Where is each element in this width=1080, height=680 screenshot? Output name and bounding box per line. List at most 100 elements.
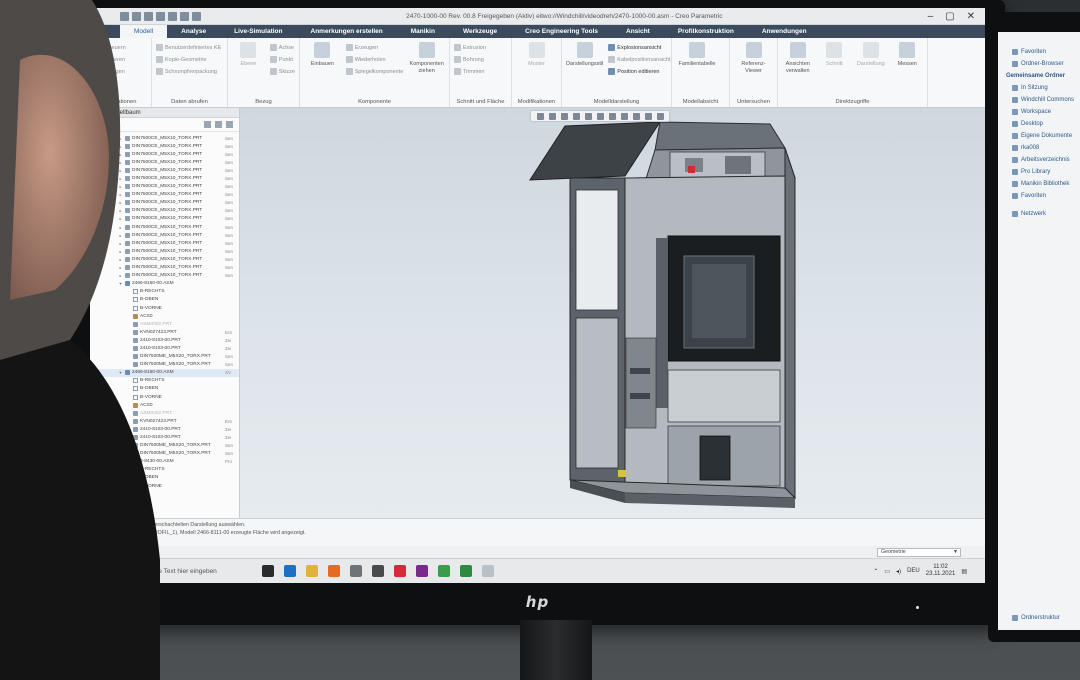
komponenten-ziehen-button[interactable]: Komponenten ziehen (408, 42, 445, 107)
language-indicator[interactable]: DEU (907, 568, 920, 574)
taskbar-creo-1-icon[interactable] (438, 565, 450, 577)
maximize-button[interactable]: ▢ (945, 11, 954, 22)
skizze-button[interactable]: Skizze (269, 68, 295, 75)
spin-center-icon[interactable] (644, 112, 652, 120)
tree-row-column: Sen (225, 167, 234, 173)
zoom-in-icon[interactable] (548, 112, 556, 120)
darstellungsstil-button[interactable]: Darstellungsstil (566, 42, 603, 107)
axis-icon (269, 44, 277, 51)
refit-icon[interactable] (536, 112, 544, 120)
annotation-display-icon[interactable] (632, 112, 640, 120)
repaint-icon[interactable] (572, 112, 580, 120)
tab-werkzeuge[interactable]: Werkzeuge (449, 25, 511, 38)
regenerate-icon[interactable] (180, 11, 189, 21)
folder-item[interactable]: Pro Library (998, 166, 1080, 178)
familientabelle-button[interactable]: Familientabelle (676, 42, 718, 107)
position-editieren-button[interactable]: Position editieren (608, 68, 670, 75)
folder-item[interactable]: Favoriten (998, 190, 1080, 202)
folder-tree-toggle[interactable]: Ordnerstruktur (998, 612, 1080, 624)
group-direktzugriffe: Ansichten verwalten Schnitt Darstellung … (778, 38, 928, 107)
taskbar-explorer-icon[interactable] (306, 565, 318, 577)
user-defined-feature-button[interactable]: Benutzerdefiniertes KE (156, 44, 221, 51)
taskbar-firefox-icon[interactable] (328, 565, 340, 577)
family-table-icon (689, 42, 705, 58)
taskbar-onenote-icon[interactable] (416, 565, 428, 577)
folder-item[interactable]: Eigene Dokumente (998, 130, 1080, 142)
taskbar-task-view-icon[interactable] (262, 565, 274, 577)
copy-geometry-button[interactable]: Kopie-Geometrie (156, 56, 221, 63)
taskbar-app-light-icon[interactable] (482, 565, 494, 577)
clock[interactable]: 11:02 23.11.2021 (926, 564, 956, 578)
chevron-up-icon[interactable]: ⌃ (873, 568, 878, 575)
spiegelkomponente-button[interactable]: Spiegelkomponente (345, 68, 403, 75)
graphics-area[interactable] (240, 108, 985, 518)
trimmen-button[interactable]: Trimmen (454, 68, 486, 75)
punkt-button[interactable]: Punkt (269, 56, 295, 63)
tab-live-simulation[interactable]: Live-Simulation (220, 25, 296, 38)
messen-button[interactable]: Messen (892, 42, 924, 107)
taskbar-creo-2-icon[interactable] (460, 565, 472, 577)
view-manager-icon[interactable] (608, 112, 616, 120)
folder-item[interactable]: Netzwerk (998, 208, 1080, 220)
message-line: Durch KE 3 (PROFIL_1), Modell 2466-8111-… (120, 530, 306, 536)
darstellung-button[interactable]: Darstellung (855, 42, 887, 107)
pause-icon[interactable] (656, 112, 664, 120)
tree-columns-icon[interactable] (226, 121, 233, 128)
folder-item[interactable]: In Sitzung (998, 82, 1080, 94)
ribbon-tabs: Modell Analyse Live-Simulation Anmerkung… (90, 25, 985, 38)
selection-filter[interactable]: Geometrie ▼ (877, 547, 961, 557)
display-style-icon[interactable] (584, 112, 592, 120)
extrusion-button[interactable]: Extrusion (454, 44, 486, 51)
einbauen-button[interactable]: Einbauen (304, 42, 341, 107)
tree-row-column: Ent (225, 418, 232, 424)
taskbar-app-dark-icon[interactable] (372, 565, 384, 577)
ebene-button[interactable]: Ebene (232, 42, 265, 107)
group-label: Schnitt und Fläche (456, 99, 505, 105)
tab-creo-engineering-tools[interactable]: Creo Engineering Tools (511, 25, 612, 38)
ansichten-verwalten-button[interactable]: Ansichten verwalten (782, 42, 814, 107)
tab-ansicht[interactable]: Ansicht (612, 25, 664, 38)
tab-anwendungen[interactable]: Anwendungen (748, 25, 821, 38)
tab-profilkonstruktion[interactable]: Profilkonstruktion (664, 25, 748, 38)
explosionsansicht-button[interactable]: Explosionsansicht (608, 44, 670, 51)
erzeugen-button[interactable]: Erzeugen (345, 44, 404, 51)
schnitt-button[interactable]: Schnitt (819, 42, 851, 107)
kabelpositionsansicht-button[interactable]: Kabelpositionsansicht (608, 56, 671, 63)
folder-item[interactable]: Workspace (998, 106, 1080, 118)
zoom-out-icon[interactable] (560, 112, 568, 120)
close-button[interactable]: ✕ (967, 11, 975, 22)
stove-3d-model[interactable] (240, 108, 985, 518)
main-monitor: 2470-1000-00 Rev. 00.8 Freigegeben (Akti… (70, 0, 1005, 625)
bohrung-button[interactable]: Bohrung (454, 56, 486, 63)
window-title: 2470-1000-00 Rev. 00.8 Freigegeben (Akti… (406, 12, 723, 20)
tab-manikin[interactable]: Manikin (397, 25, 449, 38)
achse-button[interactable]: Achse (269, 44, 295, 51)
network-icon[interactable]: ▭ (884, 568, 890, 575)
wiederholen-button[interactable]: Wiederholen (345, 56, 404, 63)
referenz-viewer-button[interactable]: Referenz-Viewer (734, 42, 773, 107)
folder-item[interactable]: Desktop (998, 118, 1080, 130)
tab-analyse[interactable]: Analyse (167, 25, 220, 38)
folder-item[interactable]: Arbeitsverzeichnis (998, 154, 1080, 166)
tree-filter-icon[interactable] (204, 121, 211, 128)
saved-views-icon[interactable] (596, 112, 604, 120)
folder-item[interactable]: Favoriten (998, 46, 1080, 58)
notification-icon[interactable]: ▤ (961, 568, 967, 575)
folder-item[interactable]: Ordner-Browser (998, 58, 1080, 70)
datum-display-icon[interactable] (620, 112, 628, 120)
taskbar-vivaldi-icon[interactable] (394, 565, 406, 577)
tree-settings-icon[interactable] (215, 121, 222, 128)
folder-item[interactable]: Manikin Bibliothek (998, 178, 1080, 190)
tab-anmerkungen[interactable]: Anmerkungen erstellen (297, 25, 397, 38)
folder-item[interactable]: rka008 (998, 142, 1080, 154)
tree-row-column: Sen (225, 208, 234, 214)
redo-icon[interactable] (168, 11, 177, 21)
shrinkwrap-button[interactable]: Schrumpfverpackung (156, 68, 221, 75)
folder-item[interactable]: Windchill Commons (998, 94, 1080, 106)
minimize-button[interactable]: – (928, 11, 934, 22)
taskbar-app-gray-icon[interactable] (350, 565, 362, 577)
muster-button[interactable]: Muster (516, 42, 557, 107)
volume-icon[interactable]: ◂) (896, 568, 901, 575)
close-window-icon[interactable] (192, 11, 201, 21)
taskbar-outlook-icon[interactable] (284, 565, 296, 577)
